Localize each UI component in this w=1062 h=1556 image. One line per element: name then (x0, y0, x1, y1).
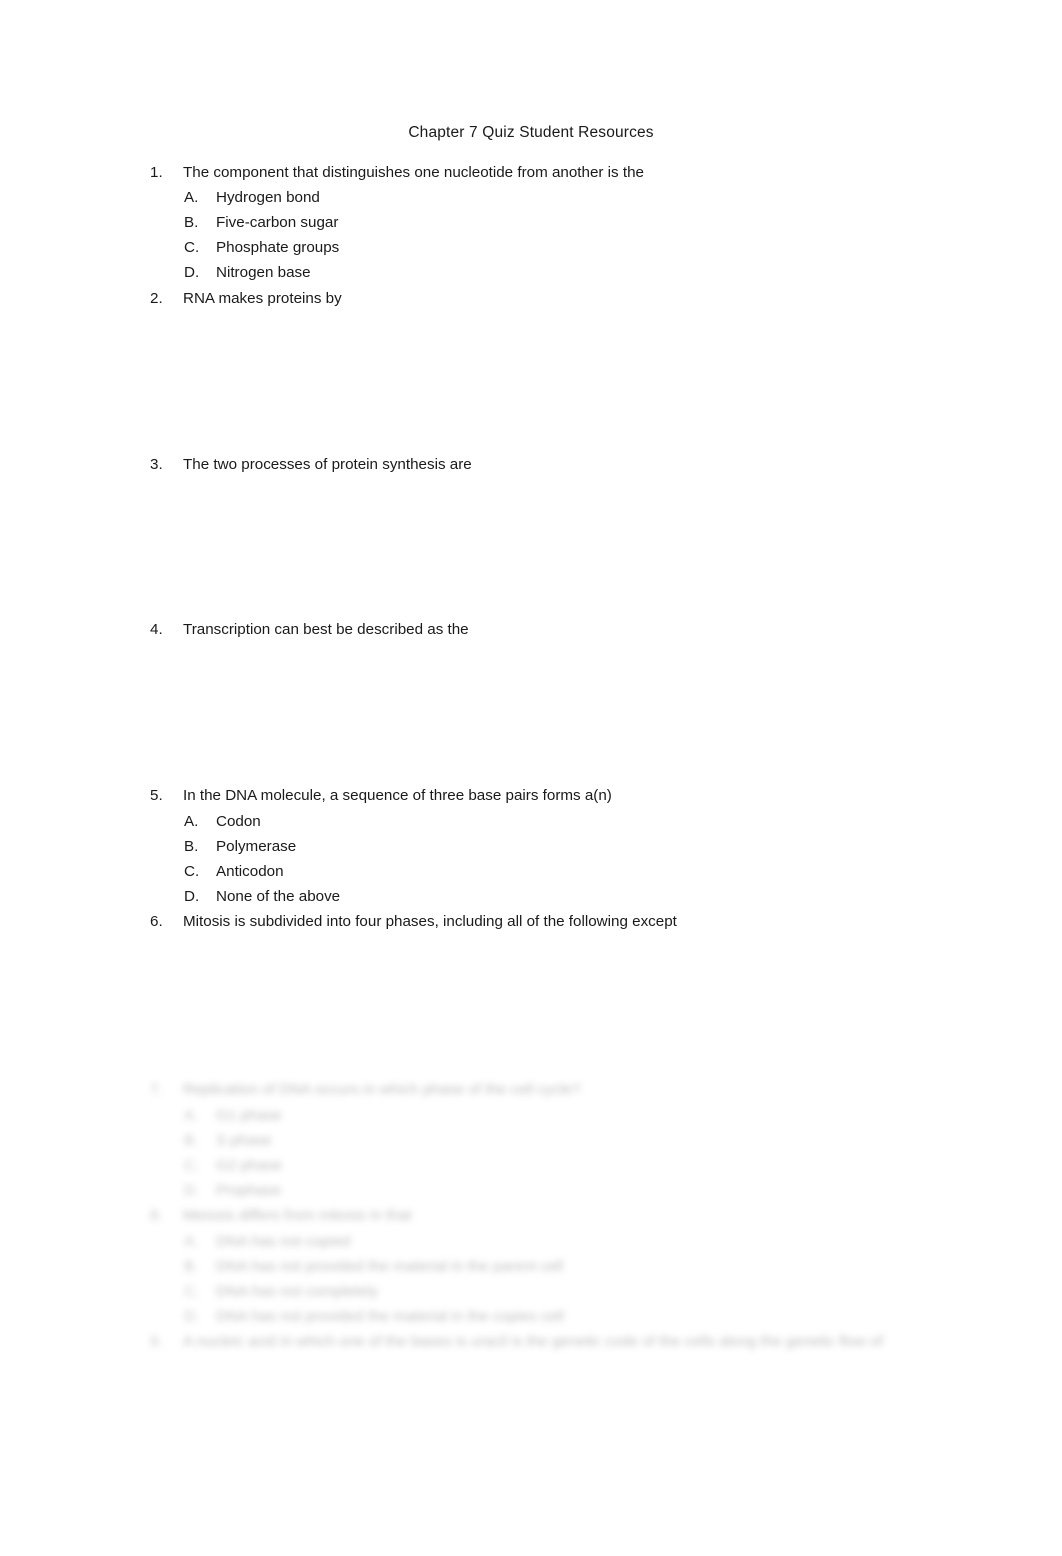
option-item-8a[interactable]: A. DNA has not copied (184, 1229, 1024, 1254)
option-text-1d: Nitrogen base (216, 264, 311, 281)
question-number-4: 4. (150, 621, 163, 638)
question-text-5: In the DNA molecule, a sequence of three… (183, 787, 612, 804)
option-text-8b: DNA has not provided the material in the… (216, 1258, 563, 1275)
option-letter-8b: B. (184, 1258, 199, 1275)
option-text-7b: S phase (216, 1132, 272, 1149)
question-item-7: 7. Replication of DNA occurs in which pha… (150, 1077, 1030, 1102)
option-text-1b: Five-carbon sugar (216, 214, 339, 231)
question-text-7: Replication of DNA occurs in which phase… (183, 1081, 581, 1098)
option-letter-1d: D. (184, 264, 200, 281)
question-item-2: 2. RNA makes proteins by (150, 286, 1030, 311)
option-item-1b[interactable]: B. Five-carbon sugar (184, 210, 1024, 235)
option-text-5b: Polymerase (216, 838, 297, 855)
option-letter-5a: A. (184, 813, 199, 830)
option-item-8d[interactable]: D. DNA has not provided the material in t… (184, 1304, 1024, 1329)
question-item-1: 1. The component that distinguishes one n… (150, 160, 1030, 185)
option-item-5b[interactable]: B. Polymerase (184, 834, 1024, 859)
question-number-9: 9. (150, 1333, 163, 1350)
question-text-9: A nucleic acid in which one of the bases… (183, 1333, 883, 1350)
question-number-8: 8. (150, 1207, 163, 1224)
question-item-9: 9. A nucleic acid in which one of the bas… (150, 1329, 910, 1354)
option-text-1a: Hydrogen bond (216, 189, 320, 206)
question-item-8: 8. Meiosis differs from mitosis in that (150, 1203, 1030, 1228)
question-number-7: 7. (150, 1081, 163, 1098)
question-number-3: 3. (150, 456, 163, 473)
option-letter-1a: A. (184, 189, 199, 206)
option-letter-5d: D. (184, 888, 200, 905)
option-letter-8d: D. (184, 1308, 200, 1325)
option-letter-1c: C. (184, 239, 200, 256)
question-number-5: 5. (150, 787, 163, 804)
option-item-1d[interactable]: D. Nitrogen base (184, 260, 1024, 285)
option-item-5a[interactable]: A. Codon (184, 809, 1024, 834)
question-item-4: 4. Transcription can best be described as… (150, 617, 1030, 642)
option-item-7c[interactable]: C. G2 phase (184, 1153, 1024, 1178)
option-text-5d: None of the above (216, 888, 341, 905)
option-text-7a: G1 phase (216, 1107, 282, 1124)
option-text-5a: Codon (216, 813, 261, 830)
option-item-5c[interactable]: C. Anticodon (184, 859, 1024, 884)
option-item-8b[interactable]: B. DNA has not provided the material in t… (184, 1254, 1024, 1279)
option-letter-7a: A. (184, 1107, 199, 1124)
question-text-8: Meiosis differs from mitosis in that (183, 1207, 412, 1224)
option-item-7d[interactable]: D. Prophase (184, 1178, 1024, 1203)
option-text-7d: Prophase (216, 1182, 282, 1199)
option-item-1c[interactable]: C. Phosphate groups (184, 235, 1024, 260)
option-letter-8c: C. (184, 1283, 200, 1300)
option-text-8a: DNA has not copied (216, 1233, 351, 1250)
question-text-6: Mitosis is subdivided into four phases, … (183, 913, 677, 930)
question-text-2: RNA makes proteins by (183, 290, 342, 307)
question-number-6: 6. (150, 913, 163, 930)
question-number-2: 2. (150, 290, 163, 307)
question-item-3: 3. The two processes of protein synthesis… (150, 452, 1030, 477)
page-title: Chapter 7 Quiz Student Resources (408, 124, 654, 141)
option-item-1a[interactable]: A. Hydrogen bond (184, 185, 1024, 210)
question-text-4: Transcription can best be described as t… (183, 621, 469, 638)
option-letter-5b: B. (184, 838, 199, 855)
option-letter-7c: C. (184, 1157, 200, 1174)
option-letter-7b: B. (184, 1132, 199, 1149)
option-item-7b[interactable]: B. S phase (184, 1128, 1024, 1153)
document-page: Chapter 7 Quiz Student Resources 1. The c… (0, 0, 1062, 1556)
option-item-5d[interactable]: D. None of the above (184, 884, 1024, 909)
option-letter-5c: C. (184, 863, 200, 880)
option-letter-7d: D. (184, 1182, 200, 1199)
option-item-7a[interactable]: A. G1 phase (184, 1103, 1024, 1128)
option-text-7c: G2 phase (216, 1157, 282, 1174)
question-item-5: 5. In the DNA molecule, a sequence of thr… (150, 783, 1030, 808)
option-item-8c[interactable]: C. DNA has not completely (184, 1279, 1024, 1304)
question-item-6: 6. Mitosis is subdivided into four phases… (150, 909, 1030, 934)
question-text-1: The component that distinguishes one nuc… (183, 164, 644, 181)
option-letter-8a: A. (184, 1233, 199, 1250)
question-text-3: The two processes of protein synthesis a… (183, 456, 472, 473)
option-text-8d: DNA has not provided the material in the… (216, 1308, 564, 1325)
option-text-8c: DNA has not completely (216, 1283, 379, 1300)
option-text-5c: Anticodon (216, 863, 284, 880)
option-text-1c: Phosphate groups (216, 239, 340, 256)
question-number-1: 1. (150, 164, 163, 181)
option-letter-1b: B. (184, 214, 199, 231)
